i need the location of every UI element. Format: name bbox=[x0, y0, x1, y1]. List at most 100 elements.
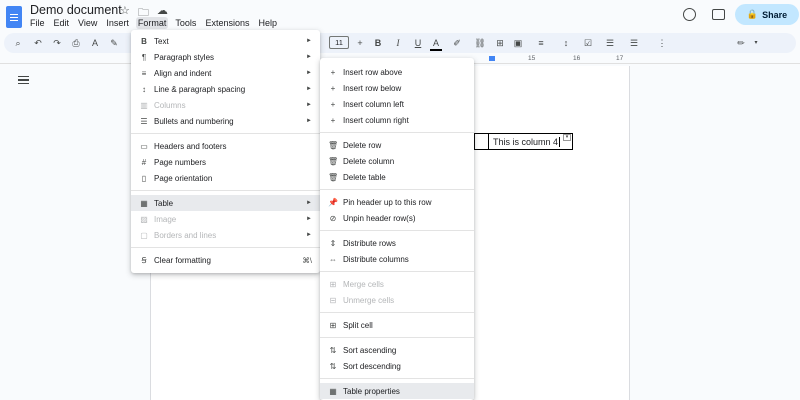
distribute-rows[interactable]: ⇕ Distribute rows bbox=[320, 235, 474, 251]
menu-divider bbox=[131, 133, 320, 134]
add-comment-icon[interactable]: ⊞ bbox=[494, 37, 506, 49]
menu-edit[interactable]: Edit bbox=[54, 17, 70, 29]
cell-menu-chevron-icon[interactable]: ▾ bbox=[563, 134, 571, 141]
delete-column[interactable]: 🗑 Delete column bbox=[320, 153, 474, 169]
distribute-columns[interactable]: ⇔ Distribute columns bbox=[320, 251, 474, 267]
table-submenu: + Insert row above + Insert row below + Ins… bbox=[320, 58, 474, 400]
format-menu: B Text ► ¶ Paragraph styles ► ≡ Align and ind… bbox=[131, 30, 320, 273]
format-menu-borders-lines: ▢ Borders and lines ► bbox=[140, 230, 312, 240]
menu-help[interactable]: Help bbox=[258, 17, 277, 29]
comments-icon[interactable] bbox=[712, 9, 725, 20]
checklist-icon[interactable]: ☑ bbox=[582, 37, 594, 49]
menu-divider bbox=[320, 271, 474, 272]
delete-row[interactable]: 🗑 Delete row bbox=[320, 137, 474, 153]
paragraph-icon: ¶ bbox=[141, 52, 147, 62]
lock-icon: 🔒 bbox=[746, 9, 759, 19]
format-menu-columns: ▥ Columns ► bbox=[140, 100, 312, 110]
underline-icon[interactable]: U bbox=[412, 37, 424, 49]
more-options-icon[interactable]: ⋮ bbox=[656, 37, 668, 49]
search-menus-icon[interactable]: ⌕ bbox=[12, 37, 24, 49]
delete-table[interactable]: 🗑 Delete table bbox=[320, 169, 474, 185]
numbered-list-icon[interactable]: ☰ bbox=[628, 37, 640, 49]
undo-icon[interactable]: ↶ bbox=[32, 37, 44, 49]
merge-cells: ⊞ Merge cells bbox=[329, 279, 384, 289]
editing-mode-icon[interactable]: ✏ bbox=[735, 37, 747, 49]
pin-header-row[interactable]: 📌 Pin header up to this row bbox=[320, 194, 474, 210]
menu-insert[interactable]: Insert bbox=[106, 17, 129, 29]
paint-format-icon[interactable]: ✎ bbox=[108, 37, 120, 49]
format-menu-line-spacing[interactable]: ↕ Line & paragraph spacing ► bbox=[131, 81, 320, 97]
insert-column-left[interactable]: + Insert column left bbox=[320, 96, 474, 112]
spellcheck-icon[interactable]: A bbox=[89, 37, 101, 49]
format-menu-page-numbers[interactable]: # Page numbers bbox=[131, 154, 320, 170]
menu-extensions[interactable]: Extensions bbox=[205, 17, 249, 29]
split-cell-icon: ⊞ bbox=[329, 320, 337, 330]
plus-icon: + bbox=[330, 67, 336, 77]
menu-view[interactable]: View bbox=[78, 17, 97, 29]
bulleted-list-icon: ☰ bbox=[140, 116, 148, 126]
submenu-arrow-icon: ► bbox=[306, 86, 312, 92]
italic-icon[interactable]: I bbox=[392, 37, 404, 49]
chevron-down-icon[interactable]: ▾ bbox=[750, 37, 762, 49]
unpin-header-rows[interactable]: ⊘ Unpin header row(s) bbox=[320, 210, 474, 226]
format-menu-headers-footers[interactable]: ▭ Headers and footers bbox=[131, 138, 320, 154]
table-cell-column-4[interactable]: This is column 4 bbox=[488, 133, 573, 150]
table-cell[interactable] bbox=[474, 133, 489, 150]
menubar: File Edit View Insert Format Tools Exten… bbox=[30, 17, 277, 29]
print-icon[interactable]: ⎙ bbox=[70, 37, 82, 49]
highlight-icon[interactable]: ✐ bbox=[451, 37, 463, 49]
share-button[interactable]: 🔒 Share bbox=[735, 4, 799, 25]
format-menu-paragraph-styles[interactable]: ¶ Paragraph styles ► bbox=[131, 49, 320, 65]
insert-row-above[interactable]: + Insert row above bbox=[320, 64, 474, 80]
menu-divider bbox=[320, 189, 474, 190]
menu-tools[interactable]: Tools bbox=[175, 17, 196, 29]
menu-file[interactable]: File bbox=[30, 17, 45, 29]
insert-column-right[interactable]: + Insert column right bbox=[320, 112, 474, 128]
ruler-mark-16: 16 bbox=[573, 55, 581, 62]
format-menu-table[interactable]: ▦ Table ► bbox=[131, 195, 320, 211]
ruler-mark-15: 15 bbox=[528, 55, 536, 62]
docs-logo-icon[interactable] bbox=[6, 6, 22, 28]
document-title[interactable]: Demo document bbox=[30, 3, 122, 17]
sort-descending-icon: ⇅ bbox=[329, 361, 337, 371]
ruler-mark-17: 17 bbox=[616, 55, 624, 62]
version-history-icon[interactable] bbox=[683, 8, 696, 21]
format-menu-align-indent[interactable]: ≡ Align and indent ► bbox=[131, 65, 320, 81]
submenu-arrow-icon: ► bbox=[306, 102, 312, 108]
format-menu-image: ▨ Image ► bbox=[140, 214, 312, 224]
unmerge-cells: ⊟ Unmerge cells bbox=[329, 295, 395, 305]
clear-formatting-icon: Ꞩ bbox=[141, 255, 147, 265]
menu-divider bbox=[320, 337, 474, 338]
trash-icon: 🗑 bbox=[328, 140, 339, 150]
insert-image-icon[interactable]: ▣ bbox=[512, 37, 524, 49]
table-cell-text: This is column 4 bbox=[493, 137, 559, 147]
increase-font-icon[interactable]: + bbox=[354, 37, 366, 49]
format-menu-clear-formatting[interactable]: Ꞩ Clear formatting ⌘\ bbox=[131, 252, 320, 268]
menu-divider bbox=[320, 132, 474, 133]
insert-row-below[interactable]: + Insert row below bbox=[320, 80, 474, 96]
share-label: Share bbox=[762, 9, 788, 20]
split-cell[interactable]: ⊞ Split cell bbox=[320, 317, 474, 333]
table-icon: ▦ bbox=[140, 198, 148, 208]
line-spacing-icon[interactable]: ↕ bbox=[560, 37, 572, 49]
bold-icon[interactable]: B bbox=[372, 37, 384, 49]
menu-divider bbox=[131, 190, 320, 191]
menu-format[interactable]: Format bbox=[135, 17, 169, 29]
sort-descending[interactable]: ⇅ Sort descending bbox=[320, 358, 474, 374]
bulleted-list-icon[interactable]: ☰ bbox=[604, 37, 616, 49]
document-outline-icon[interactable] bbox=[18, 76, 29, 85]
format-menu-text[interactable]: B Text ► bbox=[131, 33, 320, 49]
table-properties[interactable]: ▦ Table properties bbox=[320, 383, 474, 399]
format-menu-bullets-numbering[interactable]: ☰ Bullets and numbering ► bbox=[131, 113, 320, 129]
insert-link-icon[interactable]: ⛓ bbox=[474, 37, 486, 49]
hash-icon: # bbox=[141, 157, 147, 167]
submenu-arrow-icon: ► bbox=[306, 54, 312, 60]
align-icon[interactable]: ≡ bbox=[535, 37, 547, 49]
format-menu-page-orientation[interactable]: ▯ Page orientation bbox=[131, 170, 320, 186]
text-color-icon[interactable]: A bbox=[430, 37, 442, 51]
redo-icon[interactable]: ↷ bbox=[51, 37, 63, 49]
sort-ascending[interactable]: ⇅ Sort ascending bbox=[320, 342, 474, 358]
plus-icon: + bbox=[330, 83, 336, 93]
menu-divider bbox=[320, 378, 474, 379]
font-size-input[interactable]: 11 bbox=[329, 36, 349, 49]
